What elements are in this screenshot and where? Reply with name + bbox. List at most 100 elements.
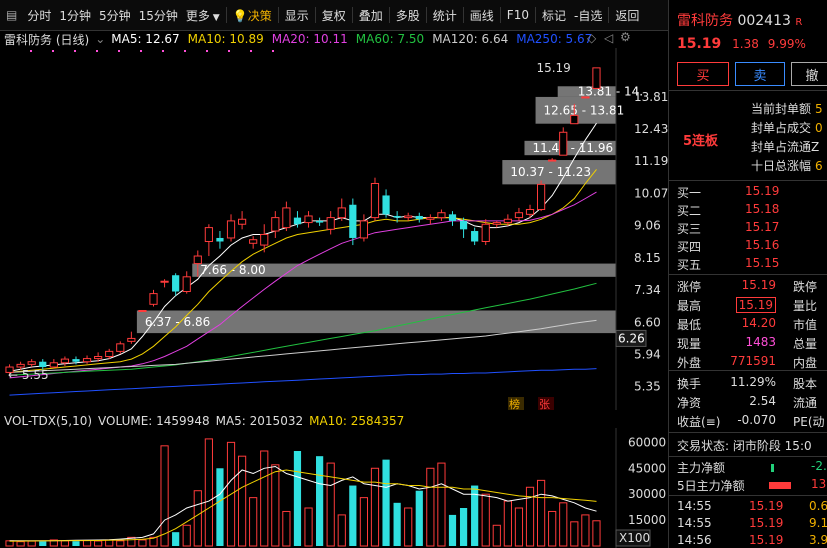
- main-net-bar: [771, 464, 774, 472]
- divider: [669, 456, 827, 457]
- candle-body: [326, 217, 335, 230]
- volume-axis-label: 60000: [628, 435, 666, 449]
- candle-body: [105, 350, 114, 358]
- candlestick-chart[interactable]: 13.81 - 14.12.65 - 13.8111.41 - 11.9610.…: [0, 48, 668, 410]
- overlay-button[interactable]: 叠加: [355, 7, 387, 24]
- chart-title: 雷科防务 (日线): [4, 32, 90, 47]
- candle-body: [514, 212, 524, 219]
- back-button[interactable]: 返回: [611, 7, 643, 24]
- tab-intraday[interactable]: 分时: [23, 7, 55, 24]
- candle-body: [404, 215, 413, 219]
- volume-bar: [570, 521, 579, 547]
- marker-dot: [96, 50, 98, 52]
- decision-button[interactable]: 💡决策: [229, 7, 276, 24]
- divider: [669, 180, 827, 181]
- sell-button[interactable]: 卖: [735, 62, 785, 86]
- candle-body: [27, 361, 36, 365]
- divider: [608, 7, 610, 23]
- last-price: 15.19: [677, 36, 722, 52]
- bid-price: 15.17: [745, 220, 780, 234]
- divider: [669, 495, 827, 496]
- main-net-label: 主力净额: [677, 461, 726, 475]
- pin-icon[interactable]: ◁: [604, 31, 613, 45]
- candle-body: [393, 215, 401, 218]
- ma-line-ma250: [9, 368, 597, 396]
- cancel-button[interactable]: 撤: [791, 62, 827, 86]
- diamond-icon[interactable]: ◇: [587, 31, 596, 45]
- tab-more-label: 更多: [185, 8, 210, 23]
- adjust-button[interactable]: 复权: [318, 7, 350, 24]
- volume-bar: [16, 541, 25, 547]
- volume-bar: [72, 541, 80, 546]
- tick-time: 14:55: [677, 499, 712, 513]
- price-axis-label: 12.43: [634, 122, 668, 136]
- multi-stock-button[interactable]: 多股: [392, 7, 424, 24]
- trade-status: 交易状态: 闭市阶段 15:0: [677, 439, 812, 453]
- candle: [359, 214, 369, 242]
- tab-15min[interactable]: 15分钟: [135, 7, 182, 24]
- volume-bar: [27, 540, 36, 547]
- candle: [548, 158, 557, 162]
- ma-legend-item: MA60: 7.50: [355, 32, 425, 46]
- seal-info-value: 6: [815, 159, 823, 173]
- decision-label: 决策: [247, 8, 272, 23]
- volume-bar: [160, 445, 169, 547]
- candle-body: [172, 275, 180, 292]
- stat-label-2: 量比: [793, 299, 818, 313]
- settings-icon[interactable]: ⚙: [620, 30, 631, 44]
- tab-more[interactable]: 更多 ▼: [182, 7, 224, 24]
- volume-indicator-label: VOL-TDX(5,10): [4, 414, 93, 428]
- stat-label: 现量: [677, 337, 702, 351]
- volume-bar: [548, 510, 557, 547]
- candle-body: [271, 217, 280, 232]
- volume-bar: [448, 514, 457, 546]
- buy-button[interactable]: 买: [677, 62, 729, 86]
- divider: [425, 7, 427, 23]
- seal-info-label: 当前封单额: [751, 102, 812, 116]
- candle-body: [94, 356, 103, 360]
- draw-line-button[interactable]: 画线: [466, 7, 498, 24]
- marker-dot: [272, 50, 274, 52]
- divider: [277, 7, 279, 23]
- price-axis-label: 6.60: [634, 315, 661, 329]
- candle: [337, 198, 346, 221]
- candle: [160, 279, 169, 288]
- candle: [426, 214, 435, 225]
- zone-label: 11.41 - 11.96: [532, 141, 613, 155]
- stat-label: 涨停: [677, 280, 702, 294]
- candle-body: [471, 231, 479, 242]
- candle-body: [39, 361, 47, 368]
- marker-dot: [52, 50, 54, 52]
- candle-body: [226, 220, 236, 239]
- price-axis-label: 9.06: [634, 219, 661, 233]
- grid-menu-icon[interactable]: ▤: [0, 8, 23, 22]
- main-net5-value: 13.: [811, 477, 827, 491]
- stats-button[interactable]: 统计: [429, 7, 461, 24]
- candle-body: [337, 207, 346, 219]
- divider: [351, 7, 353, 23]
- candle: [204, 224, 213, 257]
- volume-bar: [82, 539, 92, 547]
- candle-body: [60, 358, 70, 364]
- divider: [499, 7, 501, 23]
- candle-body: [282, 207, 291, 229]
- limit-badge: 张: [539, 398, 550, 410]
- volume-bar: [249, 497, 258, 547]
- main-net5-label: 5日主力净额: [677, 479, 745, 493]
- candle-body: [82, 358, 92, 363]
- tab-5min[interactable]: 5分钟: [95, 7, 135, 24]
- volume-chart[interactable]: 60000 45000 30000 15000 X100: [0, 428, 668, 548]
- ma-legend: 雷科防务 (日线) ⌄ MA5: 12.67 MA10: 10.89 MA20: 1…: [0, 30, 672, 48]
- volume-value: VOLUME: 1459948: [98, 414, 210, 428]
- f10-button[interactable]: F10: [503, 8, 533, 22]
- candle-body: [149, 293, 158, 305]
- collapse-icon[interactable]: ⌄: [95, 32, 105, 46]
- candle-body: [448, 214, 457, 221]
- candle-body: [138, 309, 147, 312]
- watchlist-button[interactable]: -自选: [570, 7, 606, 24]
- display-button[interactable]: 显示: [281, 7, 313, 24]
- mark-button[interactable]: 标记: [538, 7, 570, 24]
- candle: [271, 211, 280, 238]
- tab-1min[interactable]: 1分钟: [55, 7, 95, 24]
- ranking-badge: 榜: [509, 397, 520, 410]
